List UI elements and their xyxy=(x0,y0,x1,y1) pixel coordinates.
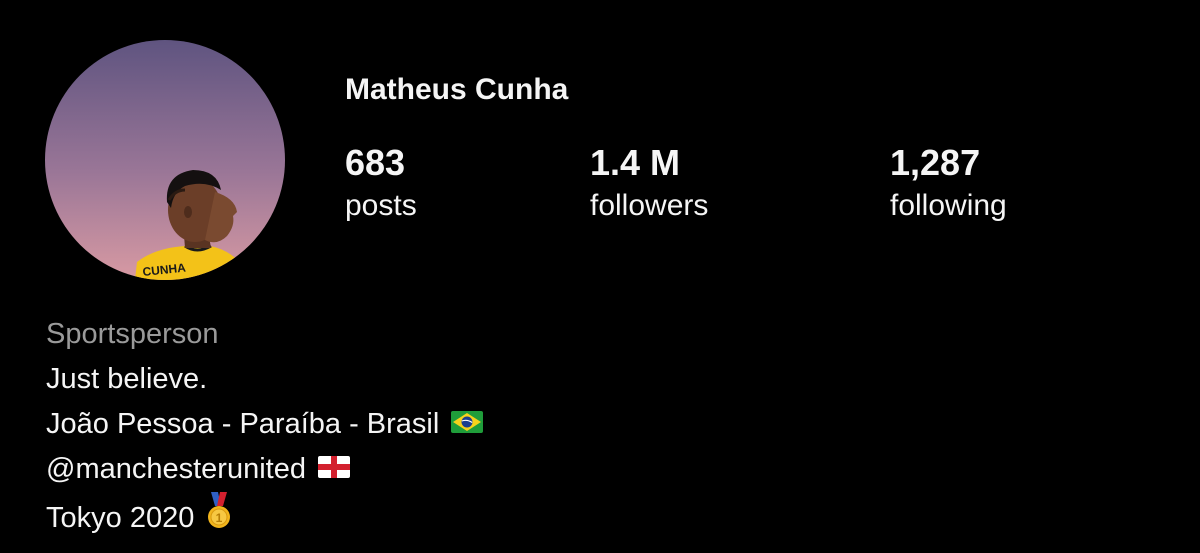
profile-bio: Sportsperson Just believe. João Pessoa -… xyxy=(46,312,484,544)
followers-label: followers xyxy=(590,189,709,222)
gold-medal-icon: 1 xyxy=(206,492,232,544)
bio-line-tagline: Just believe. xyxy=(46,363,208,395)
following-label: following xyxy=(890,189,1007,222)
followers-count: 1.4 M xyxy=(590,142,681,183)
bio-category: Sportsperson xyxy=(46,318,219,350)
bio-location-text: João Pessoa - Paraíba - Brasil xyxy=(46,408,440,440)
svg-text:1: 1 xyxy=(216,511,223,525)
posts-stat[interactable]: 683 posts xyxy=(345,140,417,226)
club-mention-link[interactable]: @manchesterunited xyxy=(46,447,306,492)
bio-line-location: João Pessoa - Paraíba - Brasil xyxy=(46,402,484,447)
following-count: 1,287 xyxy=(890,142,981,183)
brazil-flag-icon xyxy=(451,402,484,447)
bio-line-club: @manchesterunited xyxy=(46,447,483,492)
profile-name: Matheus Cunha xyxy=(345,73,569,106)
england-flag-icon xyxy=(317,447,350,492)
posts-count: 683 xyxy=(345,142,406,183)
followers-stat[interactable]: 1.4 M followers xyxy=(590,140,708,226)
bio-line-olympics: Tokyo 2020 1 xyxy=(46,492,483,544)
avatar-photo: CUNHA xyxy=(45,40,285,280)
profile-avatar[interactable]: CUNHA xyxy=(45,40,285,280)
following-stat[interactable]: 1,287 following xyxy=(890,140,1007,226)
bio-olympics-text: Tokyo 2020 xyxy=(46,501,195,534)
posts-label: posts xyxy=(345,189,417,222)
